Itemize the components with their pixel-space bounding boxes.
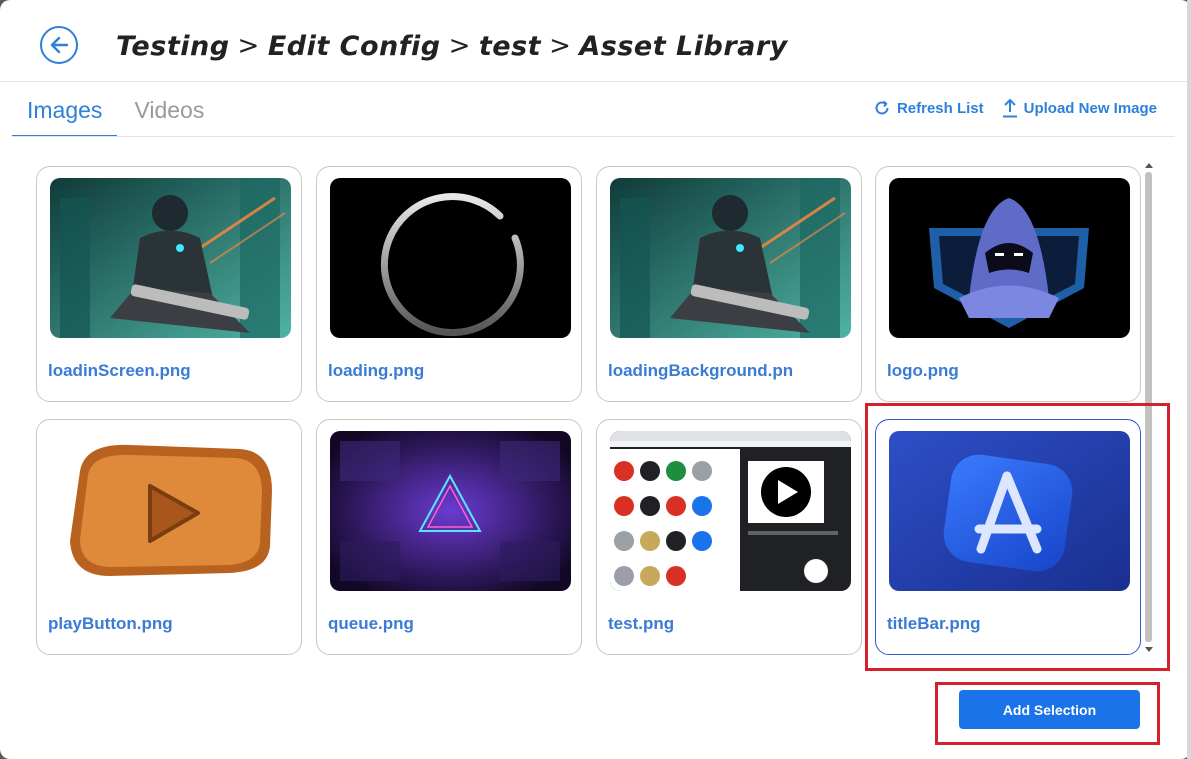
refresh-icon <box>875 100 889 115</box>
asset-name: playButton.png <box>48 614 173 633</box>
asset-name: logo.png <box>887 361 959 380</box>
asset-thumbnail <box>330 431 571 591</box>
library-actions: Refresh List Upload New Image <box>873 98 1157 118</box>
asset-name: titleBar.png <box>887 614 981 633</box>
asset-card-selected[interactable]: titleBar.png <box>875 419 1141 655</box>
breadcrumb-item-asset-library: Asset Library <box>579 30 788 62</box>
asset-card[interactable]: queue.png <box>316 419 582 655</box>
asset-card[interactable]: loadingBackground.pn <box>596 166 862 402</box>
asset-library-dialog: Testing > Edit Config > test > Asset Lib… <box>0 0 1191 759</box>
asset-thumbnail <box>610 178 851 338</box>
upload-image-button[interactable]: Upload New Image <box>1002 98 1157 118</box>
asset-name: loadingBackground.pn <box>608 361 794 380</box>
asset-thumbnail <box>50 431 291 591</box>
breadcrumb-separator: > <box>448 31 471 61</box>
media-tabs: Images Videos <box>12 92 219 137</box>
breadcrumb-item-test[interactable]: test <box>479 31 541 62</box>
add-selection-button[interactable]: Add Selection <box>959 690 1140 729</box>
breadcrumb-separator: > <box>237 31 260 61</box>
upload-image-label: Upload New Image <box>1023 99 1157 117</box>
breadcrumb: Testing > Edit Config > test > Asset Lib… <box>116 26 788 66</box>
tabs-divider <box>12 136 1175 137</box>
breadcrumb-item-edit-config[interactable]: Edit Config <box>268 31 441 62</box>
asset-thumbnail <box>330 178 571 338</box>
asset-name: queue.png <box>328 614 414 633</box>
asset-card[interactable]: test.png <box>596 419 862 655</box>
back-button[interactable] <box>40 26 78 64</box>
asset-thumbnail <box>50 178 291 338</box>
upload-icon <box>1002 98 1017 118</box>
tab-videos[interactable]: Videos <box>119 92 219 137</box>
tab-images[interactable]: Images <box>12 92 118 137</box>
breadcrumb-item-testing[interactable]: Testing <box>116 31 230 62</box>
backdrop-edge <box>1187 0 1191 759</box>
asset-name: test.png <box>608 614 675 633</box>
scrollbar-thumb[interactable] <box>1145 172 1152 642</box>
scroll-up-arrow[interactable] <box>1145 163 1153 168</box>
arrow-left-icon <box>50 36 69 54</box>
refresh-list-label: Refresh List <box>896 99 984 117</box>
dialog-header: Testing > Edit Config > test > Asset Lib… <box>0 0 1191 82</box>
asset-thumbnail <box>889 431 1130 591</box>
asset-name: loading.png <box>328 361 425 380</box>
asset-scrollbar[interactable] <box>1143 160 1155 658</box>
asset-card[interactable]: playButton.png <box>36 419 302 655</box>
scroll-down-arrow[interactable] <box>1145 647 1153 652</box>
refresh-list-button[interactable]: Refresh List <box>873 99 984 117</box>
asset-thumbnail <box>889 178 1130 338</box>
asset-card[interactable]: loadinScreen.png <box>36 166 302 402</box>
breadcrumb-separator: > <box>549 31 572 61</box>
asset-name: loadinScreen.png <box>48 361 191 380</box>
asset-card[interactable]: logo.png <box>875 166 1141 402</box>
asset-card[interactable]: loading.png <box>316 166 582 402</box>
asset-thumbnail <box>610 431 851 591</box>
